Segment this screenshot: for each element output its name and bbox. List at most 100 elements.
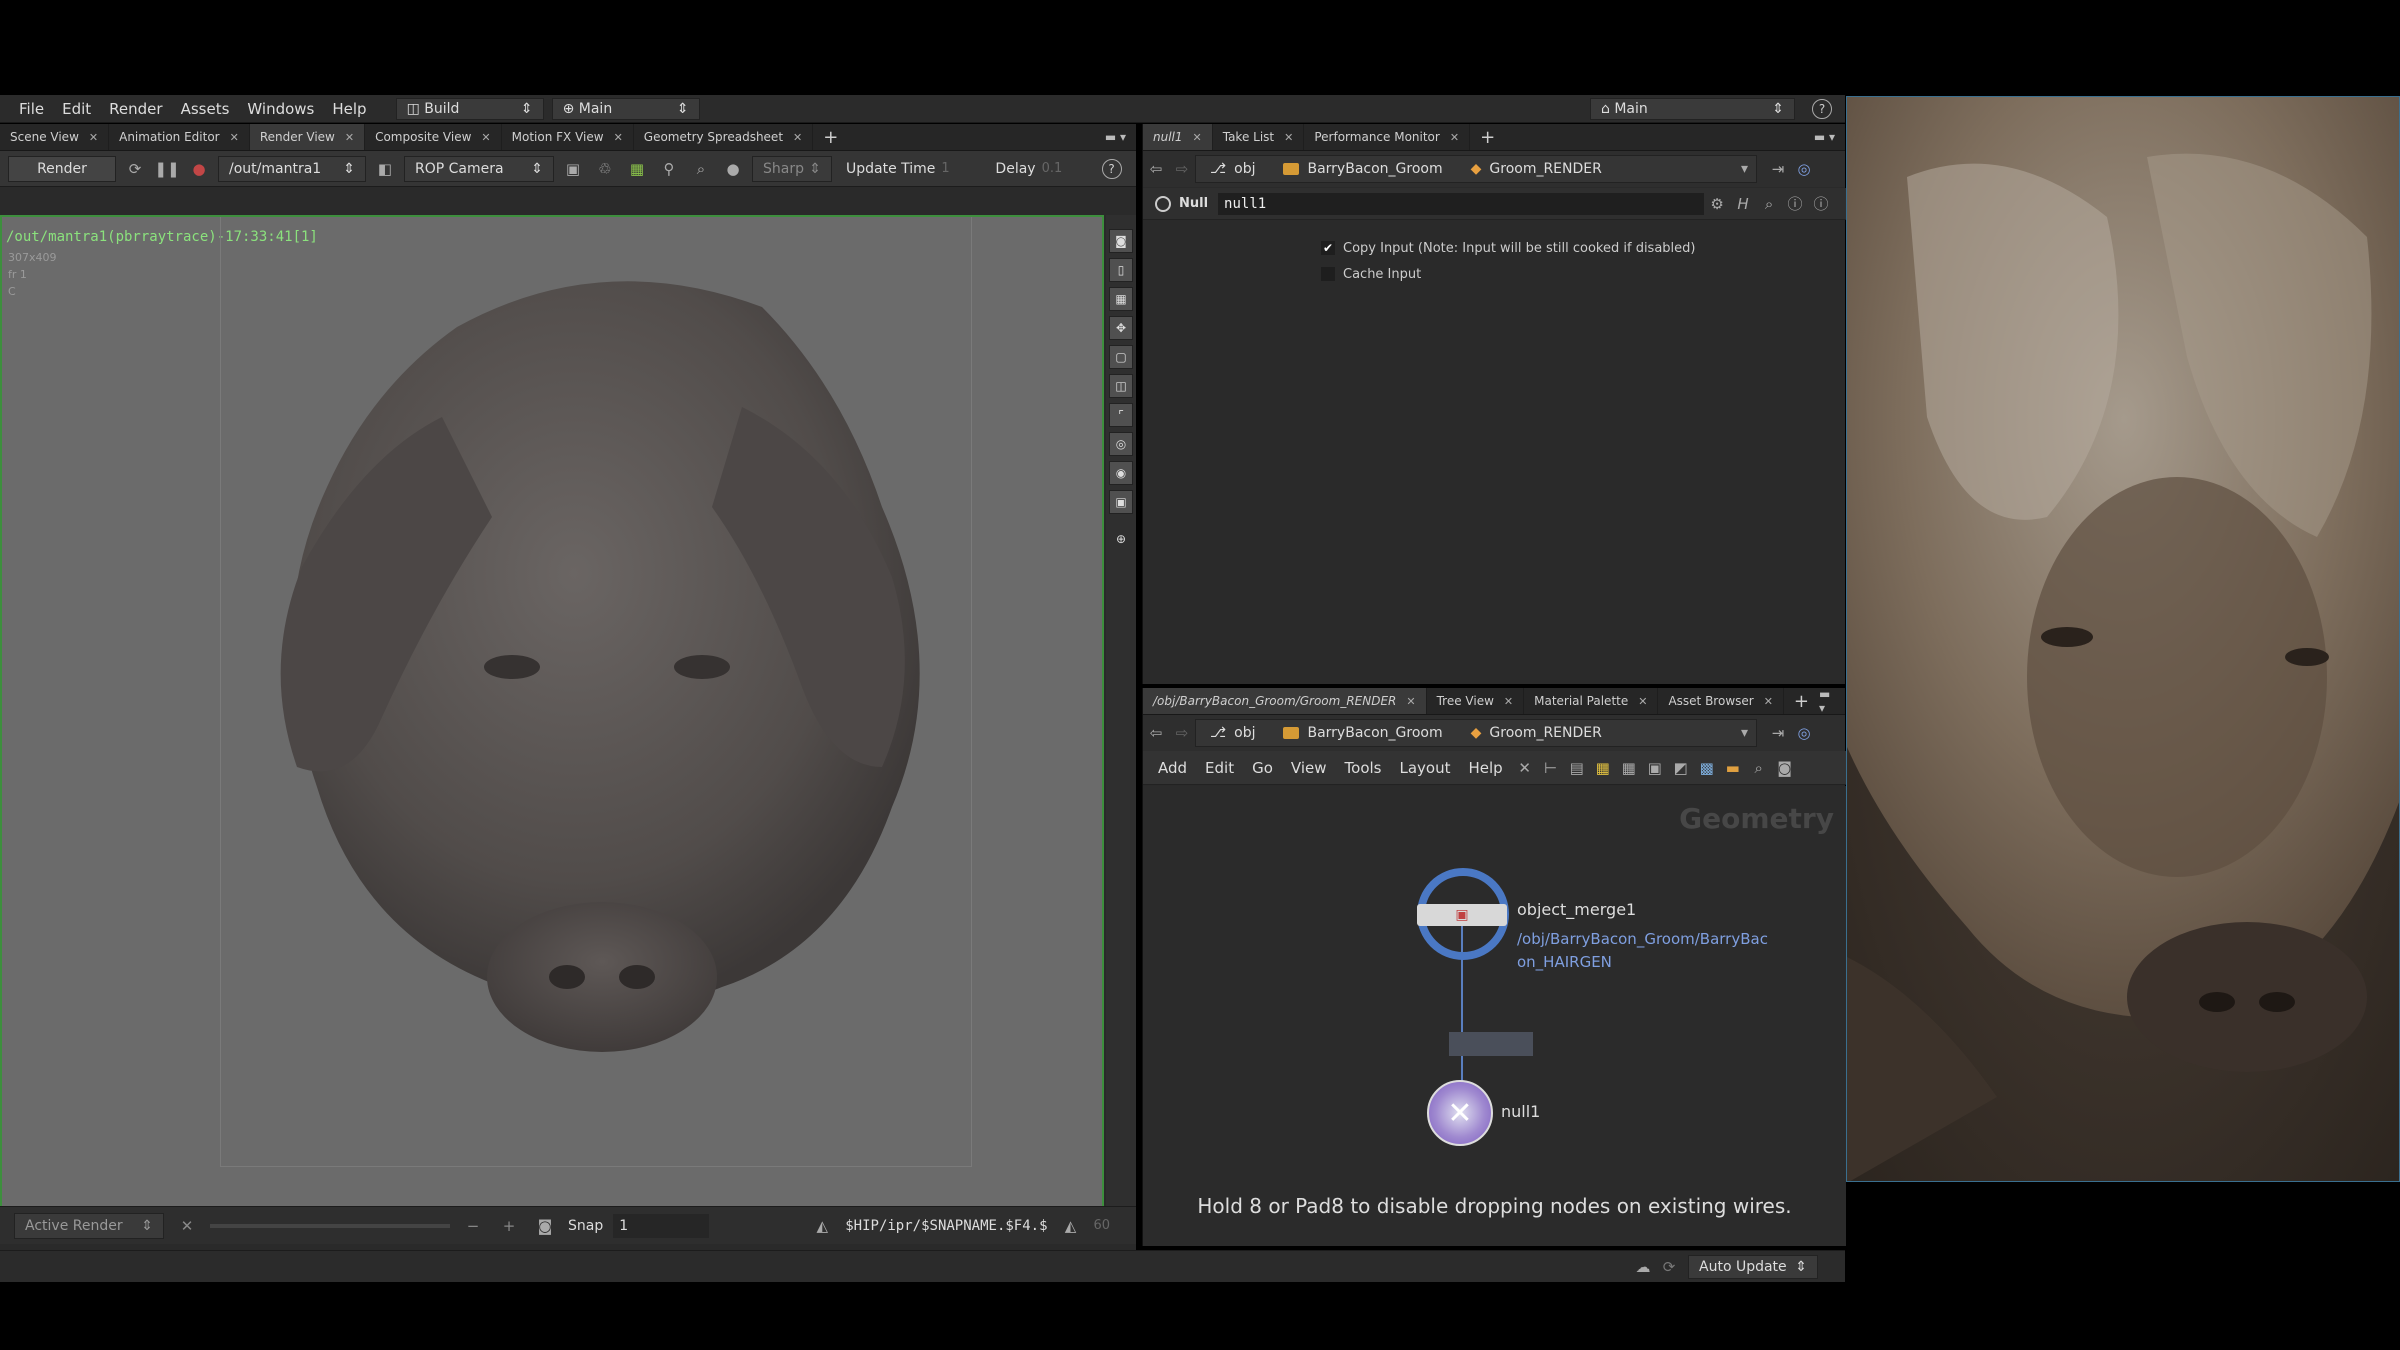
chevron-down-icon[interactable]: ▾ — [1741, 161, 1756, 177]
camera-icon[interactable]: ◙ — [1772, 759, 1798, 777]
gear-icon[interactable]: ⚙ — [1704, 195, 1730, 213]
close-icon[interactable]: ✕ — [1638, 695, 1647, 708]
grid-icon[interactable]: ▦ — [1109, 287, 1133, 311]
corner-icon[interactable]: ⌜ — [1109, 403, 1133, 427]
lock-icon[interactable]: ◭ — [809, 1217, 835, 1235]
close-icon[interactable]: ✕ — [345, 131, 354, 144]
forward-arrow-icon[interactable]: ⇨ — [1169, 160, 1195, 178]
image-icon[interactable]: ▦ — [624, 160, 650, 178]
crumb-barrybacon-groom[interactable]: BarryBacon_Groom — [1269, 725, 1456, 741]
tab-scene-view[interactable]: Scene View ✕ — [0, 124, 110, 150]
tab-network-path[interactable]: /obj/BarryBacon_Groom/Groom_RENDER ✕ — [1143, 688, 1427, 714]
snapshot-slider[interactable] — [210, 1223, 450, 1228]
checkbox-cache-input[interactable] — [1321, 267, 1335, 281]
stop-icon[interactable]: ● — [186, 160, 212, 178]
link-icon[interactable]: ◎ — [1791, 724, 1817, 742]
close-icon[interactable]: ✕ — [614, 131, 623, 144]
menu-tools[interactable]: Tools — [1336, 759, 1391, 777]
search-icon[interactable]: ⌕ — [1746, 759, 1772, 777]
search-icon[interactable]: ⌕ — [1756, 195, 1782, 213]
tab-animation-editor[interactable]: Animation Editor ✕ — [109, 124, 250, 150]
menu-windows[interactable]: Windows — [238, 100, 323, 118]
pin-icon[interactable]: ⇥ — [1765, 160, 1791, 178]
object-merge-name[interactable]: object_merge1 — [1517, 900, 1636, 919]
help-icon[interactable]: ⓘ — [1808, 193, 1834, 214]
pause-icon[interactable]: ❚❚ — [154, 160, 180, 178]
sphere-icon[interactable]: ● — [720, 160, 746, 178]
rop-path-dropdown[interactable]: /out/mantra1 ⇕ — [218, 155, 366, 182]
desktop-dropdown[interactable]: ◫ Build ⇕ — [395, 97, 544, 120]
right-context-dropdown[interactable]: ⌂ Main ⇕ — [1590, 98, 1795, 120]
sticky-icon[interactable]: ▣ — [1642, 759, 1668, 777]
zoom-icon[interactable]: ⊕ — [1110, 528, 1132, 550]
node-name-field[interactable]: null1 — [1218, 192, 1705, 215]
path-breadcrumb[interactable]: ⎇ obj BarryBacon_Groom ◆ Groom_RENDER ▾ — [1195, 719, 1757, 747]
menu-edit[interactable]: Edit — [1196, 759, 1243, 777]
menu-assets[interactable]: Assets — [172, 100, 239, 118]
help-icon[interactable]: ? — [1101, 158, 1122, 179]
camera-dropdown[interactable]: ROP Camera ⇕ — [404, 155, 554, 182]
save-icon[interactable]: ◭ — [1058, 1217, 1084, 1235]
minus-icon[interactable]: − — [460, 1217, 486, 1235]
recycle-icon[interactable]: ♲ — [592, 160, 618, 178]
close-icon[interactable]: ✕ — [1504, 695, 1513, 708]
crumb-barrybacon-groom[interactable]: BarryBacon_Groom — [1269, 161, 1456, 177]
close-icon[interactable]: ✕ — [89, 131, 98, 144]
close-icon[interactable]: ✕ — [1284, 131, 1293, 144]
menu-file[interactable]: File — [10, 100, 53, 118]
checkbox-copy-input[interactable]: ✔ — [1321, 241, 1335, 255]
update-time-field[interactable]: 1 — [941, 161, 981, 176]
wrench-icon[interactable]: ✕ — [1512, 759, 1538, 777]
pane-menu-icon[interactable]: ▬ ▾ — [1814, 130, 1845, 144]
camera-icon[interactable]: ◙ — [1109, 229, 1133, 253]
snapshot-icon[interactable]: ▣ — [560, 160, 586, 178]
menu-view[interactable]: View — [1282, 759, 1336, 777]
tree-icon[interactable]: ⊢ — [1538, 759, 1564, 777]
back-arrow-icon[interactable]: ⇦ — [1143, 724, 1169, 742]
chevron-down-icon[interactable]: ▾ — [1741, 725, 1756, 741]
add-tab-icon[interactable]: + — [813, 124, 848, 150]
close-icon[interactable]: ✕ — [1764, 695, 1773, 708]
delay-field[interactable]: 0.1 — [1042, 161, 1082, 176]
pick-rop-icon[interactable]: ◧ — [372, 160, 398, 178]
tab-geometry-spreadsheet[interactable]: Geometry Spreadsheet ✕ — [634, 124, 814, 150]
object-merge-node[interactable]: ▣ — [1417, 868, 1509, 960]
tab-performance-monitor[interactable]: Performance Monitor ✕ — [1304, 124, 1471, 150]
image-icon[interactable]: ▩ — [1694, 759, 1720, 777]
close-icon[interactable]: ✕ — [1193, 131, 1202, 144]
render-viewport[interactable]: /out/mantra1(pbrraytrace)-17:33:41[1] 30… — [0, 215, 1104, 1215]
null-node[interactable]: ✕ — [1427, 1080, 1493, 1146]
menu-add[interactable]: Add — [1149, 759, 1196, 777]
tab-null1[interactable]: null1 ✕ — [1143, 124, 1213, 150]
folder-icon[interactable]: ▬ — [1720, 759, 1746, 777]
pin-icon[interactable]: ⇥ — [1765, 724, 1791, 742]
network-editor[interactable]: Geometry ▣ object_merge1 /obj/BarryBacon… — [1143, 786, 1846, 1246]
pane-menu-icon[interactable]: ▬ ▾ — [1105, 130, 1136, 144]
info-icon[interactable]: ⓘ — [1782, 193, 1808, 214]
lens-icon[interactable]: ◉ — [1109, 461, 1133, 485]
move-icon[interactable]: ✥ — [1109, 316, 1133, 340]
param-copy-input[interactable]: ✔ Copy Input (Note: Input will be still … — [1321, 235, 1696, 261]
chat-icon[interactable]: ☁ — [1630, 1258, 1656, 1276]
close-icon[interactable]: ✕ — [481, 131, 490, 144]
param-cache-input[interactable]: Cache Input — [1321, 261, 1696, 287]
link-icon[interactable]: ◎ — [1791, 160, 1817, 178]
help-icon[interactable]: ? — [1812, 99, 1832, 119]
crumb-groom-render[interactable]: ◆ Groom_RENDER — [1457, 725, 1616, 741]
grid-icon[interactable]: ▦ — [1616, 759, 1642, 777]
active-render-dropdown[interactable]: Active Render ⇕ — [14, 1212, 164, 1239]
close-icon[interactable]: ✕ — [793, 131, 802, 144]
menu-help[interactable]: Help — [323, 100, 375, 118]
sharp-dropdown[interactable]: Sharp ⇕ — [752, 155, 832, 182]
target-icon[interactable]: ◎ — [1109, 432, 1133, 456]
note-icon[interactable]: ◩ — [1668, 759, 1694, 777]
pin-icon[interactable]: ⚲ — [656, 160, 682, 178]
tab-asset-browser[interactable]: Asset Browser ✕ — [1658, 688, 1784, 714]
menu-edit[interactable]: Edit — [53, 100, 100, 118]
close-icon[interactable]: ✕ — [1406, 695, 1415, 708]
tab-material-palette[interactable]: Material Palette ✕ — [1524, 688, 1659, 714]
list-icon[interactable]: ▤ — [1564, 759, 1590, 777]
menu-render[interactable]: Render — [100, 100, 171, 118]
tab-motion-fx-view[interactable]: Motion FX View ✕ — [502, 124, 634, 150]
back-arrow-icon[interactable]: ⇦ — [1143, 160, 1169, 178]
